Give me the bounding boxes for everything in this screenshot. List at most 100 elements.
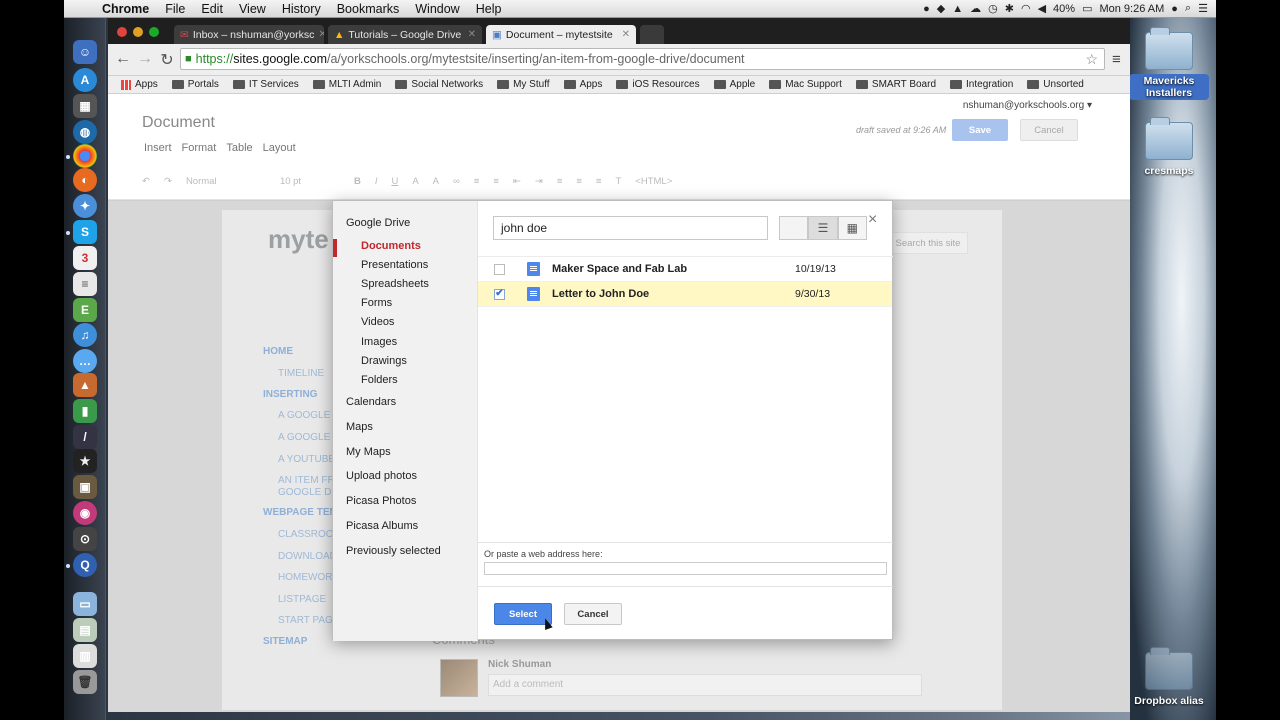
nav-item[interactable]: GOOGLE DR	[278, 487, 339, 498]
menu-history[interactable]: History	[274, 2, 329, 16]
app-store-icon[interactable]: A	[73, 68, 97, 92]
source-google-drive[interactable]: Google Drive	[346, 217, 410, 229]
source-maps[interactable]: Maps	[346, 421, 373, 433]
bookmark-star-icon[interactable]: ☆	[1085, 51, 1098, 68]
tab-tutorials[interactable]: ▲ Tutorials – Google Drive ✕	[328, 25, 482, 44]
menu-layout[interactable]: Layout	[263, 142, 296, 154]
menu-insert[interactable]: Insert	[144, 142, 172, 154]
back-arrow-icon[interactable]: ←	[114, 50, 132, 68]
row-checkbox[interactable]	[494, 263, 505, 275]
nav-item[interactable]: A GOOGLE C	[278, 410, 340, 421]
bold-icon[interactable]: B	[354, 176, 361, 187]
nav-inserting[interactable]: INSERTING	[263, 389, 317, 400]
bookmark-folder[interactable]: Apps	[557, 79, 610, 90]
calendar-icon[interactable]: 3	[73, 246, 97, 270]
comment-input[interactable]: Add a comment	[488, 674, 922, 696]
bookmark-folder[interactable]: iOS Resources	[609, 79, 706, 90]
minimize-window-icon[interactable]	[133, 27, 143, 37]
grid-view-icon[interactable]: ▦	[837, 216, 867, 240]
nav-home[interactable]: HOME	[263, 346, 293, 357]
link-icon[interactable]: ∞	[453, 176, 460, 187]
new-tab-button[interactable]	[640, 25, 664, 44]
cancel-button[interactable]: Cancel	[564, 603, 622, 625]
desktop-folder-mavericks[interactable]: Mavericks Installers	[1129, 27, 1209, 100]
quicktime-icon[interactable]: Q	[73, 553, 97, 577]
close-dialog-icon[interactable]: ×	[868, 211, 877, 229]
indent-icon[interactable]: ⇥	[535, 176, 543, 187]
battery-level[interactable]: 40%	[1053, 3, 1075, 15]
bookmark-folder[interactable]: SMART Board	[849, 79, 943, 90]
close-tab-icon[interactable]: ✕	[622, 29, 630, 40]
nav-item[interactable]: START PAGE	[278, 615, 340, 626]
cancel-edit-button[interactable]: Cancel	[1020, 119, 1078, 141]
itunes-icon[interactable]: ♫	[73, 323, 97, 347]
menu-window[interactable]: Window	[407, 2, 467, 16]
menu-format[interactable]: Format	[182, 142, 217, 154]
chrome-icon[interactable]	[73, 144, 97, 168]
align-right-icon[interactable]: ≡	[596, 176, 602, 187]
italic-icon[interactable]: I	[375, 176, 378, 187]
source-documents[interactable]: Documents	[361, 240, 421, 252]
bookmark-apps[interactable]: Apps	[114, 79, 165, 90]
tab-document[interactable]: ▣ Document – mytestsite ✕	[486, 25, 636, 44]
skype-icon[interactable]: ●	[923, 3, 930, 15]
bookmark-folder[interactable]: My Stuff	[490, 79, 557, 90]
user-icon[interactable]: ●	[1171, 3, 1178, 15]
source-images[interactable]: Images	[361, 336, 397, 348]
menu-help[interactable]: Help	[468, 2, 510, 16]
bookmark-folder[interactable]: Integration	[943, 79, 1020, 90]
bookmark-folder[interactable]: IT Services	[226, 79, 306, 90]
finder-icon[interactable]: ☺	[73, 40, 97, 64]
screen-tool-icon[interactable]: /	[73, 425, 97, 449]
skype-icon[interactable]: S	[73, 220, 97, 244]
account-menu[interactable]: nshuman@yorkschools.org ▾	[963, 100, 1092, 111]
firefox-icon[interactable]: ◐	[73, 168, 97, 192]
html-button[interactable]: <HTML>	[635, 176, 672, 187]
evernote-icon[interactable]: ◆	[937, 2, 945, 15]
notification-center-icon[interactable]: ☰	[1198, 2, 1208, 15]
zoom-window-icon[interactable]	[149, 27, 159, 37]
notes-icon[interactable]: ≡	[73, 272, 97, 296]
keynote-icon[interactable]: ▲	[73, 373, 97, 397]
bookmark-folder[interactable]: Unsorted	[1020, 79, 1091, 90]
source-previously-selected[interactable]: Previously selected	[346, 545, 441, 557]
close-tab-icon[interactable]: ✕	[468, 29, 476, 40]
font-size-select[interactable]: 10 pt	[280, 176, 340, 187]
screenshot-icon[interactable]: ⊙	[73, 527, 97, 551]
align-center-icon[interactable]: ≡	[576, 176, 582, 187]
redo-icon[interactable]: ↷	[164, 176, 172, 187]
source-forms[interactable]: Forms	[361, 297, 392, 309]
menu-app-name[interactable]: Chrome	[94, 2, 157, 16]
highlight-icon[interactable]: A	[433, 176, 439, 187]
bullet-list-icon[interactable]: ≡	[493, 176, 499, 187]
nav-item[interactable]: A YOUTUBE	[278, 454, 335, 465]
downloads-stack-icon[interactable]: ▤	[73, 618, 97, 642]
menu-edit[interactable]: Edit	[193, 2, 231, 16]
source-picasa-albums[interactable]: Picasa Albums	[346, 520, 418, 532]
source-my-maps[interactable]: My Maps	[346, 446, 391, 458]
timemachine-icon[interactable]: ◷	[988, 2, 998, 15]
wifi-icon[interactable]: ◠	[1021, 2, 1031, 15]
mission-control-icon[interactable]: ▦	[73, 94, 97, 118]
source-drawings[interactable]: Drawings	[361, 355, 407, 367]
cloud-icon[interactable]: ☁	[970, 2, 981, 15]
paste-url-input[interactable]	[484, 562, 887, 575]
bookmark-folder[interactable]: MLTI Admin	[306, 79, 389, 90]
bookmark-folder[interactable]: Mac Support	[762, 79, 849, 90]
search-input[interactable]: john doe	[493, 216, 768, 240]
nav-item[interactable]: A GOOGLE F	[278, 432, 339, 443]
battery-icon[interactable]: ▭	[1082, 2, 1092, 15]
menu-bookmarks[interactable]: Bookmarks	[329, 2, 408, 16]
drive-status-icon[interactable]: ▲	[952, 3, 963, 15]
tab-inbox[interactable]: ✉ Inbox – nshuman@yorksc ✕	[174, 25, 324, 44]
source-upload-photos[interactable]: Upload photos	[346, 470, 417, 482]
imovie-star-icon[interactable]: ★	[73, 449, 97, 473]
trash-icon[interactable]: 🗑	[73, 670, 97, 694]
undo-icon[interactable]: ↶	[142, 176, 150, 187]
outdent-icon[interactable]: ⇤	[513, 176, 521, 187]
volume-icon[interactable]: ◀	[1038, 2, 1046, 15]
safari-icon[interactable]: ✦	[73, 194, 97, 218]
bookmark-folder[interactable]: Apple	[707, 79, 763, 90]
evernote-icon[interactable]: E	[73, 298, 97, 322]
menu-file[interactable]: File	[157, 2, 193, 16]
